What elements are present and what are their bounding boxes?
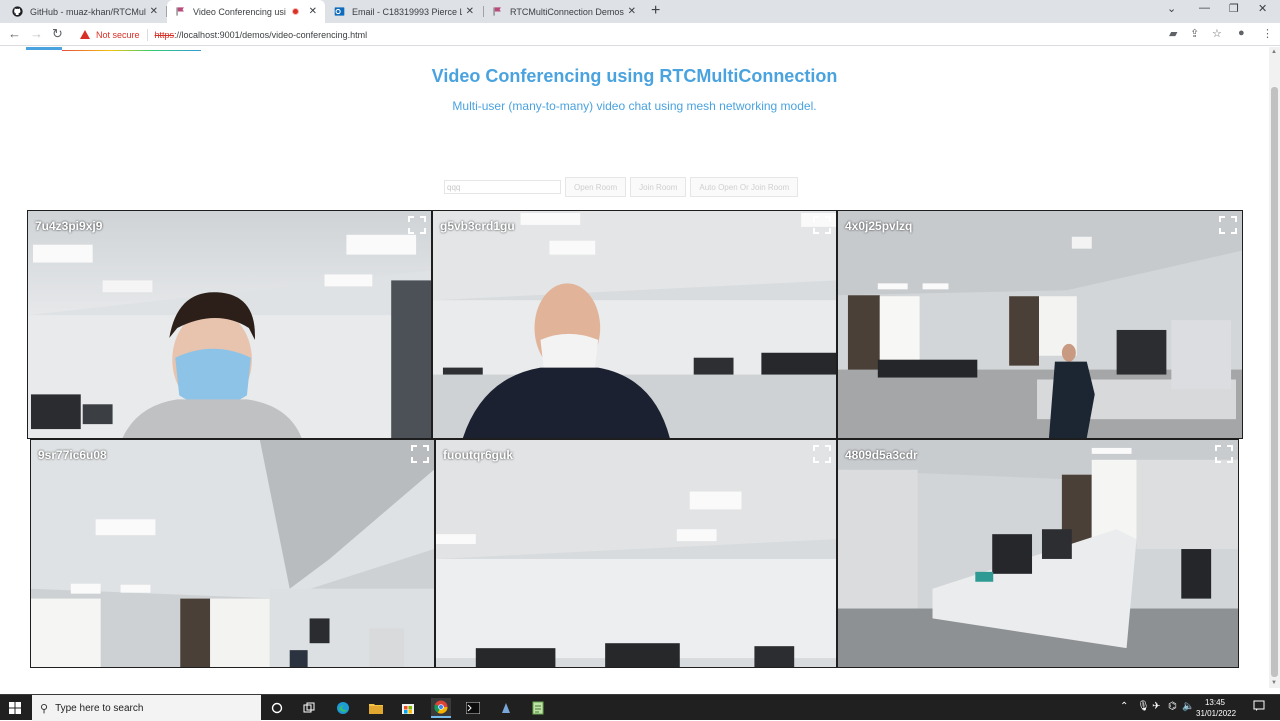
taskbar-search-box[interactable]: ⚲ Type here to search <box>32 695 261 721</box>
video-feed-person <box>28 211 431 438</box>
video-tile[interactable]: 9sr77ic6u08 <box>30 439 435 668</box>
join-room-button[interactable]: Join Room <box>630 177 687 197</box>
tab-title: GitHub - muaz-khan/RTCMultiCo <box>30 6 146 17</box>
app-icon[interactable] <box>496 698 516 718</box>
address-bar[interactable]: Not secure https ://localhost:9001/demos… <box>72 25 1152 44</box>
video-feed-office <box>838 211 1242 438</box>
video-user-id: 7u4z3pi9xj9 <box>35 219 103 233</box>
outlook-icon <box>334 7 345 16</box>
task-view-icon[interactable] <box>299 698 319 718</box>
fullscreen-icon[interactable] <box>407 215 427 235</box>
back-button[interactable]: ← <box>8 26 21 42</box>
search-placeholder: Type here to search <box>55 702 144 714</box>
scrollbar-thumb[interactable] <box>1271 87 1278 677</box>
browser-toolbar: ← → ↻ Not secure https ://localhost:9001… <box>0 23 1280 46</box>
fullscreen-icon[interactable] <box>812 444 832 464</box>
tray-overflow-icon[interactable]: ⌃ <box>1120 701 1128 712</box>
video-user-id: fuoutqr6guk <box>443 448 513 462</box>
forward-button[interactable]: → <box>30 26 43 42</box>
microsoft-store-icon[interactable] <box>398 698 418 718</box>
page-subtitle: Multi-user (many-to-many) video chat usi… <box>452 99 817 113</box>
rtc-favicon <box>176 7 184 16</box>
video-feed-office <box>838 440 1238 667</box>
close-window-button[interactable]: ✕ <box>1258 2 1267 15</box>
bookmark-star-icon[interactable]: ☆ <box>1212 27 1222 40</box>
fullscreen-icon[interactable] <box>1218 215 1238 235</box>
profile-avatar-icon[interactable]: ● <box>1238 27 1245 39</box>
fullscreen-icon[interactable] <box>410 444 430 464</box>
room-id-input[interactable] <box>444 180 561 194</box>
scroll-up-icon[interactable]: ▲ <box>1271 49 1277 55</box>
video-user-id: g5vb3crd1gu <box>440 219 515 233</box>
scroll-down-icon[interactable]: ▼ <box>1271 680 1277 686</box>
windows-taskbar: ⚲ Type here to search ⌃ 🎙 ✈ ⌬ 🔈 13:45 31… <box>0 694 1280 721</box>
recording-indicator-icon <box>291 8 299 15</box>
auto-open-or-join-room-button[interactable]: Auto Open Or Join Room <box>690 177 799 197</box>
camera-in-use-icon[interactable]: ▰ <box>1169 27 1177 40</box>
room-controls: Open Room Join Room Auto Open Or Join Ro… <box>444 177 799 197</box>
site-logo-strip[interactable] <box>26 47 201 52</box>
edge-icon[interactable] <box>333 698 353 718</box>
restore-button[interactable]: ❐ <box>1229 2 1239 15</box>
tab-github[interactable]: GitHub - muaz-khan/RTCMultiCo ✕ <box>4 0 166 23</box>
browser-menu-icon[interactable]: ⋮ <box>1262 27 1273 40</box>
video-feed-office <box>31 440 434 667</box>
video-tile[interactable]: 4x0j25pvlzq <box>837 210 1243 439</box>
video-tile[interactable]: 4809d5a3cdr <box>837 439 1239 668</box>
new-tab-button[interactable]: + <box>651 3 660 19</box>
tab-title: RTCMultiConnection Demos <box>510 6 624 17</box>
microphone-icon[interactable]: 🎙 <box>1137 701 1150 712</box>
video-tile[interactable]: g5vb3crd1gu <box>432 210 837 439</box>
minimize-button[interactable]: — <box>1199 2 1210 14</box>
open-room-button[interactable]: Open Room <box>565 177 627 197</box>
network-icon[interactable]: ✈ <box>1152 701 1160 712</box>
wifi-icon[interactable]: ⌬ <box>1168 701 1177 712</box>
notifications-icon[interactable] <box>1253 700 1265 715</box>
close-tab-icon[interactable]: ✕ <box>150 6 158 17</box>
tab-search-icon[interactable]: ⌄ <box>1167 2 1176 15</box>
video-tile[interactable]: fuoutqr6guk <box>435 439 837 668</box>
reload-button[interactable]: ↻ <box>52 26 63 42</box>
fullscreen-icon[interactable] <box>1214 444 1234 464</box>
taskbar-clock[interactable]: 13:45 31/01/2022 <box>1196 697 1237 719</box>
security-label[interactable]: Not secure <box>96 30 140 40</box>
github-icon <box>12 6 23 17</box>
video-user-id: 4809d5a3cdr <box>845 448 918 462</box>
video-user-id: 4x0j25pvlzq <box>845 219 913 233</box>
browser-tab-strip: GitHub - muaz-khan/RTCMultiCo ✕ Video Co… <box>0 0 1280 23</box>
share-icon[interactable]: ⇪ <box>1190 27 1199 40</box>
clock-date: 31/01/2022 <box>1196 709 1237 718</box>
video-feed-office <box>436 440 836 667</box>
page-scrollbar[interactable]: ▲ ▼ <box>1269 47 1280 688</box>
tab-email[interactable]: Email - C18319993 Pierce Lowe - ✕ <box>326 0 482 23</box>
page-viewport: Video Conferencing using RTCMultiConnect… <box>0 47 1269 688</box>
url-scheme: https <box>154 29 175 40</box>
video-user-id: 9sr77ic6u08 <box>38 448 107 462</box>
close-tab-icon[interactable]: ✕ <box>466 6 474 17</box>
chrome-icon[interactable] <box>431 698 451 718</box>
terminal-icon[interactable] <box>463 698 483 718</box>
tab-title: Video Conferencing using RT <box>193 6 286 17</box>
file-explorer-icon[interactable] <box>366 698 386 718</box>
rtc-favicon <box>493 7 501 16</box>
search-icon: ⚲ <box>40 702 49 715</box>
video-feed-person <box>433 211 836 438</box>
tab-title: Email - C18319993 Pierce Lowe - <box>352 6 462 17</box>
clock-time: 13:45 <box>1204 698 1226 707</box>
close-tab-icon[interactable]: ✕ <box>628 6 636 17</box>
windows-start-icon[interactable] <box>9 702 21 714</box>
omnibox-divider <box>146 28 148 41</box>
cortana-icon[interactable] <box>267 698 287 718</box>
tab-rtc-demos[interactable]: RTCMultiConnection Demos ✕ <box>484 0 644 23</box>
warning-icon <box>80 30 90 39</box>
close-tab-icon[interactable]: ✕ <box>309 6 317 17</box>
volume-icon[interactable]: 🔈 <box>1182 701 1194 712</box>
video-tile[interactable]: 7u4z3pi9xj9 <box>27 210 432 439</box>
page-title: Video Conferencing using RTCMultiConnect… <box>431 66 838 86</box>
url-text: ://localhost:9001/demos/video-conferenci… <box>174 29 368 40</box>
notepad-icon[interactable] <box>528 698 548 718</box>
tab-video-conferencing[interactable]: Video Conferencing using RT ✕ <box>167 0 325 23</box>
fullscreen-icon[interactable] <box>812 215 832 235</box>
videos-container: 7u4z3pi9xj9 g5vb3crd1gu 4x0j25pvlzq 9sr7… <box>27 210 1243 668</box>
